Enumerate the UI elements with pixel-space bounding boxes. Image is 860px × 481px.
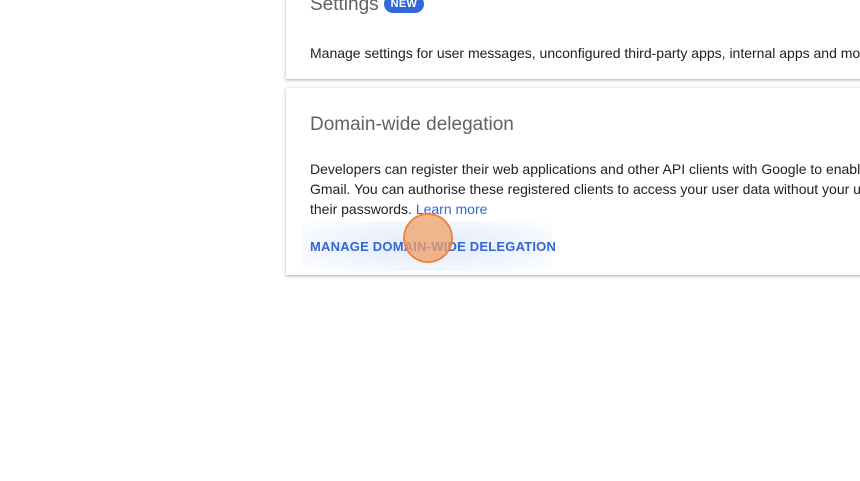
settings-card-description: Manage settings for user messages, uncon… (310, 45, 860, 61)
new-badge: NEW (383, 0, 425, 13)
domain-wide-delegation-card: Domain-wide delegation Developers can re… (286, 88, 860, 275)
description-line: their passwords. Learn more (310, 199, 860, 219)
description-line-text: their passwords. (310, 201, 416, 217)
settings-card-title: Settings NEW (310, 0, 425, 16)
click-indicator (403, 213, 453, 263)
description-line: Gmail. You can authorise these registere… (310, 181, 860, 197)
delegation-card-description: Developers can register their web applic… (310, 159, 860, 219)
settings-card: Settings NEW Manage settings for user mes… (286, 0, 860, 79)
description-line: Developers can register their web applic… (310, 161, 860, 177)
delegation-card-title: Domain-wide delegation (310, 114, 514, 135)
settings-title-text: Settings (310, 0, 379, 15)
